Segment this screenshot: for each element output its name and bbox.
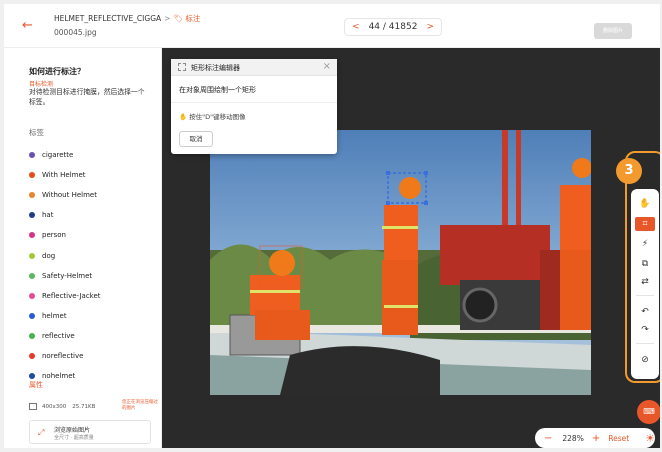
label-name: nohelmet xyxy=(42,372,76,381)
next-image-button[interactable]: > xyxy=(426,22,434,32)
hand-tool-icon[interactable]: ✋ xyxy=(635,197,655,211)
header-bar: ← HELMET_REFLECTIVE_CIGGA > 🏷 标注 000045.jp… xyxy=(4,4,660,48)
browse-original-sub: 全尺寸 · 超高质量 xyxy=(54,435,94,441)
rect-editor-header: 矩形标注编辑器 × xyxy=(171,59,337,76)
label-name: Without Helmet xyxy=(42,191,97,200)
keyboard-icon[interactable]: ⌨ xyxy=(637,400,660,424)
label-name: helmet xyxy=(42,311,67,320)
rect-editor-instruction: 在对象周围绘制一个矩形 xyxy=(179,86,256,94)
zoom-control: − 228% + Reset xyxy=(535,428,655,448)
label-name: hat xyxy=(42,211,54,220)
label-name: noreflective xyxy=(42,351,84,360)
rect-editor-title: 矩形标注编辑器 xyxy=(191,64,240,72)
zoom-out-button[interactable]: − xyxy=(544,433,552,444)
label-color-dot xyxy=(29,272,35,279)
zoom-in-button[interactable]: + xyxy=(592,433,600,444)
prev-image-button[interactable]: < xyxy=(352,22,360,32)
label-item[interactable]: dog xyxy=(29,245,159,265)
label-item[interactable]: With Helmet xyxy=(29,165,159,185)
undo-icon[interactable]: ↶ xyxy=(635,305,655,319)
label-color-dot xyxy=(29,212,35,219)
label-color-dot xyxy=(29,172,35,179)
pager-position: 44 / 41852 xyxy=(368,22,418,32)
annotate-label: 标注 xyxy=(185,14,201,23)
construction-photo[interactable] xyxy=(210,130,591,395)
label-color-dot xyxy=(29,192,35,199)
copy-icon[interactable]: ⧉ xyxy=(635,257,655,271)
label-list: cigarette With Helmet Without Helmet hat per… xyxy=(29,145,159,386)
cancel-button[interactable]: 取消 xyxy=(179,131,213,147)
delete-image-button[interactable]: 删除图片 xyxy=(594,23,632,39)
magic-wand-icon[interactable]: ⚡ xyxy=(635,237,655,251)
image-dimensions: 400x300 xyxy=(42,403,67,410)
image-pager: < 44 / 41852 > xyxy=(344,18,442,36)
redo-icon[interactable]: ↷ xyxy=(635,323,655,337)
brightness-icon[interactable]: ☀ xyxy=(643,432,657,446)
zoom-level: 228% xyxy=(562,433,584,443)
filename-label: HELMET_REFLECTIVE_CIGGA xyxy=(54,14,162,23)
label-item[interactable]: Safety-Helmet xyxy=(29,266,159,286)
close-icon[interactable]: × xyxy=(323,61,331,72)
rect-editor-hint: ✋ 按住"D"键移动图像 xyxy=(179,111,246,121)
labels-heading: 标签 xyxy=(29,128,44,137)
label-name: Reflective-Jacket xyxy=(42,291,101,300)
image-filesize: 25.71KB xyxy=(72,403,96,410)
rect-editor-panel: 矩形标注编辑器 × 在对象周围绘制一个矩形 ✋ 按住"D"键移动图像 取消 xyxy=(171,59,337,154)
hand-icon: ✋ xyxy=(179,113,188,121)
breadcrumb: HELMET_REFLECTIVE_CIGGA > 🏷 标注 xyxy=(54,13,200,24)
label-name: Safety-Helmet xyxy=(42,271,93,280)
label-color-dot xyxy=(29,292,35,299)
tool-panel: ✋ ⌗ ⚡ ⧉ ⇄ ↶ ↷ ⊘ xyxy=(631,189,659,379)
label-item[interactable]: nohelmet xyxy=(29,366,159,386)
tool-divider-2 xyxy=(636,343,654,344)
howto-title: 如何进行标注？ xyxy=(29,67,85,76)
clear-icon[interactable]: ⊘ xyxy=(635,353,655,367)
annotation-app: ← HELMET_REFLECTIVE_CIGGA > 🏷 标注 000045.jp… xyxy=(4,4,660,448)
label-color-dot xyxy=(29,312,35,319)
image-meta: 400x300 25.71KB xyxy=(29,403,95,410)
label-item[interactable]: person xyxy=(29,225,159,245)
label-item[interactable]: noreflective xyxy=(29,346,159,366)
label-color-dot xyxy=(29,232,35,239)
label-item[interactable]: helmet xyxy=(29,306,159,326)
swap-icon[interactable]: ⇄ xyxy=(635,275,655,289)
label-color-dot xyxy=(29,152,35,159)
tool-divider xyxy=(636,295,654,296)
step-badge: 3 xyxy=(616,158,642,184)
label-name: dog xyxy=(42,251,56,260)
label-color-dot xyxy=(29,252,35,259)
rect-editor-divider xyxy=(171,102,337,103)
breadcrumb-separator: > xyxy=(164,14,171,23)
filename-suffix: 000045.jpg xyxy=(54,28,97,37)
label-item[interactable]: hat xyxy=(29,205,159,225)
label-name: reflective xyxy=(42,331,75,340)
attributes-heading: 属性 xyxy=(29,381,43,389)
label-name: With Helmet xyxy=(42,171,86,180)
zoom-reset-button[interactable]: Reset xyxy=(608,434,629,443)
rect-tool-icon[interactable]: ⌗ xyxy=(635,217,655,231)
rect-select-icon xyxy=(178,63,186,71)
label-item[interactable]: Reflective-Jacket xyxy=(29,286,159,306)
back-arrow-icon[interactable]: ← xyxy=(22,18,38,34)
sidebar: 如何进行标注？ 目标检测 对待检测目标进行掩膜，然后选择一个标签。 标签 cig… xyxy=(4,48,162,448)
browse-original-label: 浏览原始图片 xyxy=(54,427,91,434)
label-item[interactable]: reflective xyxy=(29,326,159,346)
label-name: person xyxy=(42,231,66,240)
photo-illustration xyxy=(210,130,591,395)
compressed-warning: 您正在浏览压缩过的图片 xyxy=(122,400,158,411)
label-name: cigarette xyxy=(42,151,74,160)
label-color-dot xyxy=(29,373,35,380)
label-color-dot xyxy=(29,352,35,359)
label-color-dot xyxy=(29,332,35,339)
expand-icon: ⤢ xyxy=(38,428,45,437)
label-item[interactable]: cigarette xyxy=(29,145,159,165)
howto-description: 对待检测目标进行掩膜，然后选择一个标签。 xyxy=(29,88,145,106)
browse-original-button[interactable]: ⤢ 浏览原始图片 全尺寸 · 超高质量 xyxy=(29,420,151,444)
rect-editor-hint-text: 按住"D"键移动图像 xyxy=(189,113,246,121)
image-icon xyxy=(29,403,37,410)
label-item[interactable]: Without Helmet xyxy=(29,185,159,205)
tag-icon: 🏷 xyxy=(173,14,183,23)
